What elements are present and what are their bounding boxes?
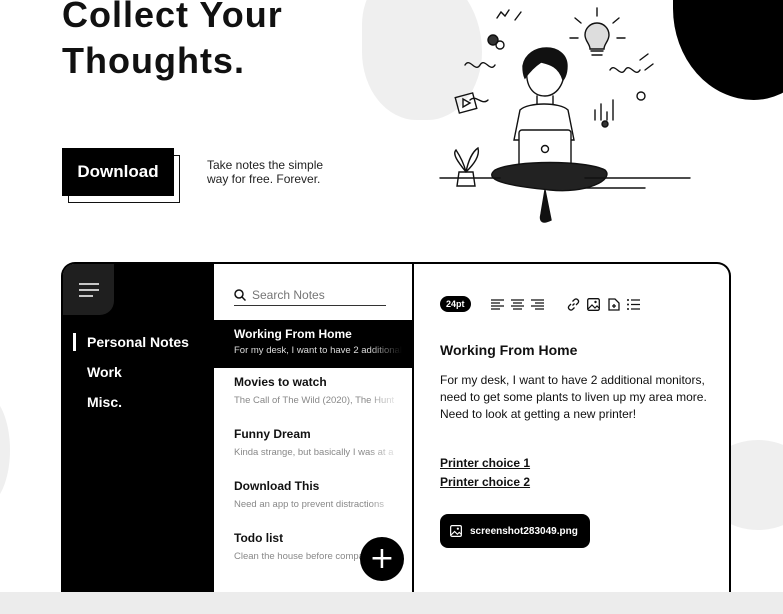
sidebar-item-work[interactable]: Work xyxy=(73,362,189,392)
note-item-working-from-home[interactable]: Working From Home For my desk, I want to… xyxy=(214,320,412,368)
note-title: Funny Dream xyxy=(234,427,311,441)
bottom-strip xyxy=(0,592,783,614)
note-item-funny-dream[interactable]: Funny Dream Kinda strange, but basically… xyxy=(214,420,412,472)
note-preview: Need an app to prevent distractions xyxy=(234,499,384,510)
editor-toolbar: 24pt xyxy=(440,296,641,312)
font-size-selector[interactable]: 24pt xyxy=(440,296,471,312)
printer-choice-1-link[interactable]: Printer choice 1 xyxy=(440,456,530,470)
notes-app-window: Personal Notes Work Misc. Working From H… xyxy=(61,262,731,592)
hamburger-menu-icon xyxy=(78,282,99,297)
search-input[interactable] xyxy=(252,287,382,302)
align-left-icon[interactable] xyxy=(491,297,505,311)
landing-page: Collect Your Thoughts. Download Take not… xyxy=(0,0,783,614)
note-preview: For my desk, I want to have 2 additional xyxy=(234,345,402,356)
align-center-icon[interactable] xyxy=(511,297,525,311)
attachment-filename: screenshot283049.png xyxy=(470,525,578,537)
link-icon[interactable] xyxy=(567,297,581,311)
download-button[interactable]: Download xyxy=(62,148,174,196)
file-add-icon[interactable] xyxy=(607,297,621,311)
attachment-chip[interactable]: screenshot283049.png xyxy=(440,514,590,548)
person-with-laptop-illustration xyxy=(439,7,691,223)
notes-list-panel: Working From Home For my desk, I want to… xyxy=(214,264,414,592)
align-right-icon[interactable] xyxy=(531,297,545,311)
background-blob-left xyxy=(0,395,10,505)
note-preview: Kinda strange, but basically I was at a xyxy=(234,447,394,458)
note-editor: 24pt Working From Home For my desk, I wa… xyxy=(416,264,729,592)
hero-title-line-1: Collect Your xyxy=(62,0,283,35)
hero-title: Collect Your Thoughts. xyxy=(62,0,283,84)
note-title: Movies to watch xyxy=(234,375,327,389)
sidebar: Personal Notes Work Misc. xyxy=(63,264,214,592)
menu-button[interactable] xyxy=(63,264,114,315)
hero-title-line-2: Thoughts. xyxy=(62,40,245,81)
printer-choice-2-link[interactable]: Printer choice 2 xyxy=(440,475,530,489)
note-title: Download This xyxy=(234,479,320,493)
add-note-button[interactable]: + xyxy=(360,537,404,581)
note-preview: The Call of The Wild (2020), The Hunt xyxy=(234,395,395,406)
note-body-text[interactable]: For my desk, I want to have 2 additional… xyxy=(440,372,710,423)
image-icon xyxy=(450,525,462,537)
download-button-wrapper: Download xyxy=(62,148,180,203)
note-item-movies-to-watch[interactable]: Movies to watch The Call of The Wild (20… xyxy=(214,368,412,420)
note-title: Working From Home xyxy=(234,327,352,341)
note-title-heading: Working From Home xyxy=(440,342,578,358)
hero-tagline: Take notes the simple way for free. Fore… xyxy=(207,158,324,186)
search-bar xyxy=(234,284,386,306)
list-icon[interactable] xyxy=(627,297,641,311)
note-item-download-this[interactable]: Download This Need an app to prevent dis… xyxy=(214,472,412,524)
sidebar-item-personal-notes[interactable]: Personal Notes xyxy=(73,332,189,362)
sidebar-item-misc[interactable]: Misc. xyxy=(73,392,189,422)
sidebar-nav: Personal Notes Work Misc. xyxy=(73,332,189,422)
search-icon xyxy=(234,288,246,301)
image-icon[interactable] xyxy=(587,297,601,311)
